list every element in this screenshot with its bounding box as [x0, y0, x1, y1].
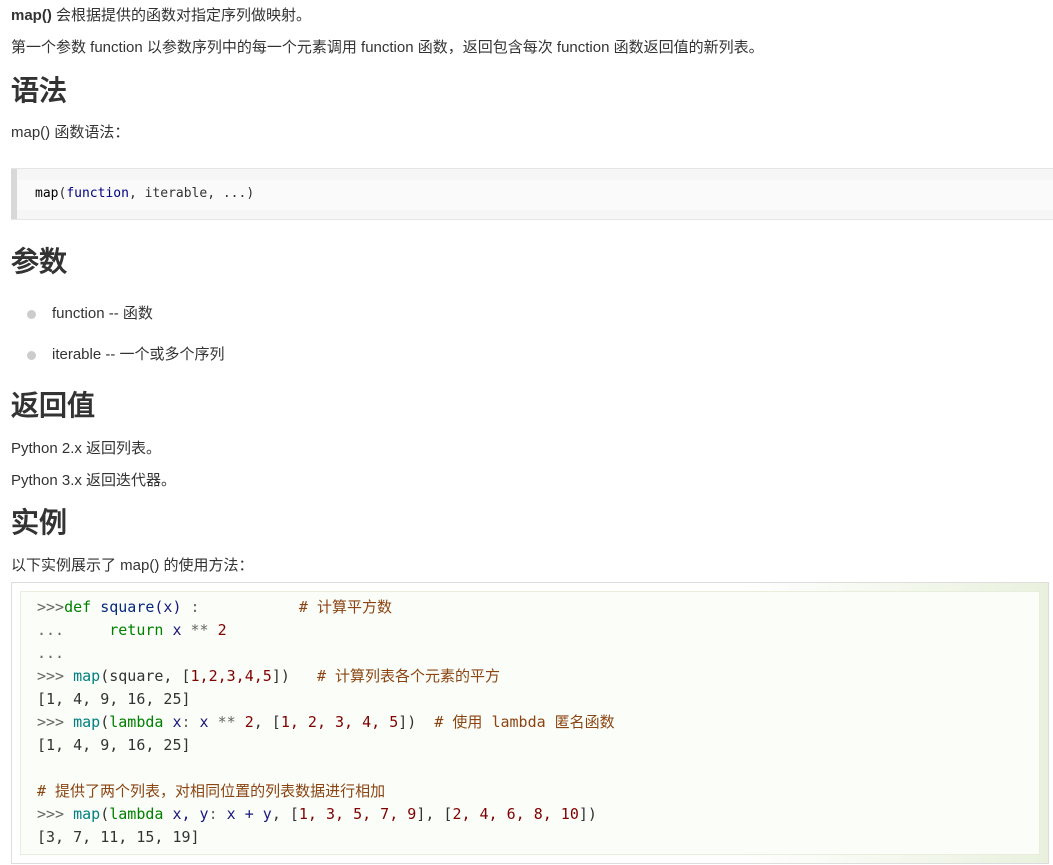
code-colon: : [208, 805, 218, 823]
code-keyword: return [64, 621, 164, 639]
params-heading: 参数 [11, 245, 68, 278]
code-keyword: def [64, 598, 92, 616]
example-heading: 实例 [11, 506, 68, 539]
returns-line-py3: Python 3.x 返回迭代器。 [11, 472, 177, 489]
code-line: >>> map(lambda x, y: x + y, [1, 3, 5, 7,… [37, 803, 597, 825]
code-punct: ( [100, 805, 110, 823]
code-prompt: >>> [37, 805, 65, 823]
code-line: >>> map(square, [1,2,3,4,5]) # 计算列表各个元素的… [37, 665, 500, 687]
code-var: x [163, 713, 182, 731]
code-operator: ** [181, 621, 209, 639]
intro-title-rest: 会根据提供的函数对指定序列做映射。 [51, 7, 312, 24]
list-item: function -- 函数 [27, 304, 153, 324]
code-comment: # 计算列表各个元素的平方 [289, 667, 501, 685]
code-var: x, y [163, 805, 209, 823]
code-line: >>> map(lambda x: x ** 2, [1, 2, 3, 4, 5… [37, 711, 615, 733]
code-function-name: square [91, 598, 155, 616]
code-number: 1, 2, 3, 4, 5 [280, 713, 399, 731]
param-label: iterable -- 一个或多个序列 [52, 346, 225, 363]
bullet-icon [27, 351, 36, 360]
syntax-code-block: map(function, iterable, ...) [11, 168, 1053, 220]
code-operator: ** [208, 713, 236, 731]
bullet-icon [27, 310, 36, 319]
code-number: 2, 4, 6, 8, 10 [452, 805, 579, 823]
code-keyword: lambda [109, 805, 164, 823]
code-var: x [190, 713, 209, 731]
code-prompt: >>> [37, 598, 65, 616]
code-colon: : [181, 713, 191, 731]
code-punct: ]) [398, 713, 417, 731]
example-code-block: >>>def square(x) : # 计算平方数 ... return x … [11, 582, 1049, 864]
article-content: map() 会根据提供的函数对指定序列做映射。 第一个参数 function 以… [0, 0, 1053, 865]
intro-title-strong: map() [11, 7, 52, 24]
code-line: >>>def square(x) : # 计算平方数 [37, 596, 392, 618]
intro-title-line: map() 会根据提供的函数对指定序列做映射。 [11, 6, 311, 26]
code-number: 2 [208, 621, 227, 639]
syntax-heading: 语法 [11, 74, 68, 107]
returns-line-py2: Python 2.x 返回列表。 [11, 440, 162, 457]
code-punct: ]) [578, 805, 597, 823]
code-punct: ], [ [416, 805, 453, 823]
code-var: x [163, 621, 182, 639]
code-punct: ]) [271, 667, 290, 685]
code-output-line: [1, 4, 9, 16, 25] [37, 690, 191, 708]
list-item: iterable -- 一个或多个序列 [27, 345, 225, 365]
syntax-code-fn: map [35, 186, 59, 201]
code-line: ... return x ** 2 [37, 619, 227, 641]
code-punct: ( [100, 713, 110, 731]
code-punct: , [ [253, 713, 281, 731]
code-number: 2 [235, 713, 254, 731]
code-prompt: ... [37, 644, 65, 662]
code-comment: # 计算平方数 [199, 598, 392, 616]
intro-description: 第一个参数 function 以参数序列中的每一个元素调用 function 函… [11, 39, 764, 56]
example-intro: 以下实例展示了 map() 的使用方法： [11, 557, 254, 574]
code-line: ... [37, 642, 64, 664]
code-punct: , [ [271, 805, 299, 823]
returns-heading: 返回值 [11, 389, 96, 422]
syntax-code-arg1: function [66, 186, 129, 201]
code-prompt: >>> [37, 713, 65, 731]
code-prompt: >>> [37, 667, 65, 685]
syntax-code-rest: , iterable, ...) [128, 186, 255, 201]
code-expression: x + y [217, 805, 272, 823]
param-label: function -- 函数 [52, 305, 153, 322]
code-prompt: ... [37, 621, 65, 639]
example-code-inner: >>>def square(x) : # 计算平方数 ... return x … [20, 591, 1040, 855]
code-number: 1, 3, 5, 7, 9 [298, 805, 417, 823]
code-punct: (square, [ [100, 667, 191, 685]
code-output-line: [1, 4, 9, 16, 25] [37, 736, 191, 754]
code-output-line: [3, 7, 11, 15, 19] [37, 828, 200, 846]
code-builtin: map [64, 667, 101, 685]
code-colon: : [181, 598, 200, 616]
code-comment-line: # 提供了两个列表，对相同位置的列表数据进行相加 [37, 782, 386, 800]
syntax-intro: map() 函数语法： [11, 124, 130, 141]
code-builtin: map [64, 713, 101, 731]
code-args: (x) [154, 598, 182, 616]
code-keyword: lambda [109, 713, 164, 731]
code-comment: # 使用 lambda 匿名函数 [416, 713, 615, 731]
syntax-code-text: map(function, iterable, ...) [35, 185, 254, 203]
code-builtin: map [64, 805, 101, 823]
code-number: 1,2,3,4,5 [190, 667, 272, 685]
